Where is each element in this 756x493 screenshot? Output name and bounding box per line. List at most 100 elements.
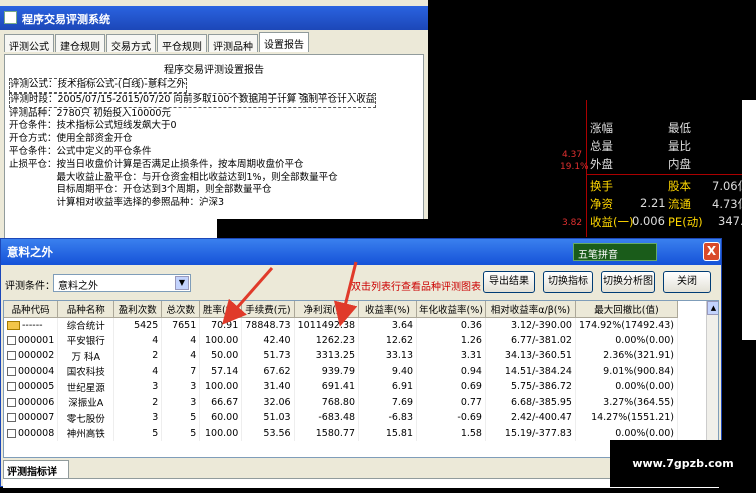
tab-open-rules[interactable]: 建仓规则 [55, 34, 105, 53]
checkbox-icon[interactable] [7, 428, 16, 438]
table-cell: 2.42/-400.47 [485, 410, 576, 426]
table-cell: 6.77/-381.02 [485, 332, 576, 348]
cell-text: 66.67 [211, 396, 239, 408]
cell-text: 神州高铁 [66, 429, 105, 441]
cell-text: 4 [190, 334, 197, 346]
table-cell: 2 [113, 348, 163, 364]
cell-text: 51.03 [263, 412, 291, 424]
checkbox-icon[interactable] [7, 382, 16, 392]
ime-indicator[interactable]: 五笔拼音 [573, 243, 657, 261]
cell-text: 768.80 [321, 396, 356, 408]
table-cell: 3 [113, 410, 163, 426]
table-cell: -6.83 [358, 410, 418, 426]
cell-text: 100.00 [205, 427, 239, 439]
folder-icon[interactable] [7, 320, 20, 330]
column-header[interactable]: 相对收益率α/β(%) [485, 301, 576, 318]
cell-text: 国农科技 [66, 367, 105, 379]
tab-settings-report[interactable]: 设置报告 [259, 32, 309, 52]
table-cell: 0.00%(0.00) [575, 425, 679, 441]
condition-select[interactable]: 意料之外 ▼ [53, 274, 191, 292]
chevron-down-icon[interactable]: ▼ [175, 276, 189, 290]
quote-label: 外盘 [590, 157, 613, 171]
cell-text: 万 科A [71, 351, 101, 363]
checkbox-icon[interactable] [7, 351, 16, 361]
table-cell: 0.77 [416, 394, 486, 410]
checkbox-icon[interactable] [7, 413, 16, 423]
cell-text: 14.51/-384.24 [504, 365, 572, 377]
table-cell: 6.91 [358, 379, 418, 395]
table-row[interactable]: 000007 零七股份 3 5 60.00 51.03 -683.48 -6.83 -0.69 2… [4, 410, 679, 426]
main-window-title: 意料之外 [7, 245, 53, 259]
cell-text: 5425 [134, 319, 159, 331]
cell-text: 5 [190, 427, 197, 439]
cell-text: 5.75/-386.72 [510, 381, 572, 393]
column-header[interactable]: 净利润(元) [294, 301, 360, 318]
table-row[interactable]: 000005 世纪星源 3 3 100.00 31.40 691.41 6.91 0.69 5.7… [4, 379, 679, 395]
table-row[interactable]: 000001 平安银行 4 4 100.00 42.40 1262.23 12.62 1.26 6… [4, 332, 679, 348]
table-row[interactable]: 000006 深振业A 2 3 66.67 32.06 768.80 7.69 0.77 6.68… [4, 394, 679, 410]
checkbox-icon[interactable] [7, 397, 16, 407]
app-icon [4, 11, 17, 24]
quote-label: 涨幅 [590, 121, 613, 135]
table-cell: 深振业A [57, 394, 115, 410]
cell-text: 34.13/-360.51 [504, 350, 572, 362]
column-header[interactable]: 胜率(%) [199, 301, 243, 318]
table-header: 品种代码 品种名称 盈利次数 总次数 胜率(%) 手续费(元) 净利润(元) 收… [4, 301, 679, 318]
column-header[interactable]: 手续费(元) [241, 301, 295, 318]
window-close-button[interactable]: X [703, 242, 720, 261]
cell-text: 2 [152, 396, 159, 408]
cell-text: 3.12/-390.00 [510, 319, 572, 331]
column-header[interactable]: 最大回撤比(值) [575, 301, 679, 318]
tab-formula[interactable]: 评测公式 [4, 34, 54, 53]
tab-trade-mode[interactable]: 交易方式 [106, 34, 156, 53]
column-header[interactable]: 收益率(%) [358, 301, 418, 318]
cell-text: 3 [152, 412, 159, 424]
back-window: 程序交易评测系统 评测公式 建仓规则 交易方式 平仓规则 评测品种 设置报告 程… [0, 0, 428, 250]
cell-text: 6.68/-385.95 [510, 396, 572, 408]
tab-close-rules[interactable]: 平仓规则 [157, 34, 207, 53]
table-cell: -683.48 [294, 410, 360, 426]
checkbox-icon[interactable] [7, 335, 16, 345]
table-cell: 9.40 [358, 363, 418, 379]
scroll-up-icon[interactable]: ▲ [707, 301, 718, 315]
table-cell: 100.00 [199, 332, 243, 348]
checkbox-icon[interactable] [7, 366, 16, 376]
switch-indicator-button[interactable]: 切换指标 [543, 271, 593, 293]
column-header[interactable]: 总次数 [161, 301, 201, 318]
close-button[interactable]: 关闭 [663, 271, 711, 293]
vertical-scrollbar[interactable]: ▲ [706, 301, 718, 457]
cell-text: 33.13 [385, 350, 414, 362]
column-header[interactable]: 品种代码 [4, 301, 59, 318]
table-cell: 3.27%(364.55) [575, 394, 679, 410]
table-cell: 3 [161, 379, 201, 395]
table-cell: 939.79 [294, 363, 360, 379]
column-header[interactable]: 盈利次数 [113, 301, 163, 318]
table-cell: 1580.77 [294, 425, 360, 441]
table-row[interactable]: 000008 神州高铁 5 5 100.00 53.56 1580.77 15.81 1.58 1… [4, 425, 679, 441]
table-cell: 1.26 [416, 332, 486, 348]
cell-text: 691.41 [321, 381, 356, 393]
cell-text: 5 [190, 412, 197, 424]
table-cell: 3.12/-390.00 [485, 317, 576, 333]
column-header[interactable]: 年化收益率(%) [416, 301, 486, 318]
table-cell: 0.36 [416, 317, 486, 333]
table-row[interactable]: 000004 国农科技 4 7 57.14 67.62 939.79 9.40 0.94 14.5… [4, 363, 679, 379]
cell-text: 14.27%(1551.21) [591, 412, 674, 424]
table-cell: 51.73 [241, 348, 295, 364]
back-window-titlebar[interactable]: 程序交易评测系统 [0, 6, 428, 30]
cell-text: 1.26 [460, 334, 482, 346]
table-row[interactable]: 000002 万 科A 2 4 50.00 51.73 3313.25 33.13 3.31 34… [4, 348, 679, 364]
switch-chart-button[interactable]: 切换分析图 [601, 271, 655, 293]
column-header[interactable]: 品种名称 [57, 301, 115, 318]
export-button[interactable]: 导出结果 [483, 271, 535, 293]
table-cell: 1011492.38 [294, 317, 360, 333]
quote-label: 流通 [668, 197, 691, 211]
tab-instruments[interactable]: 评测品种 [208, 34, 258, 53]
table-cell: 15.19/-377.83 [485, 425, 576, 441]
cell-text: 51.73 [263, 350, 291, 362]
cell-text: 31.40 [263, 381, 291, 393]
tab-indicator-details[interactable]: 评测指标详情 [3, 460, 69, 493]
stock-quote-panel: 4.37 19.1% 3.82 涨幅 最低 总量 量比 外盘 内盘 换手 股本 … [560, 100, 756, 237]
cell-code: 000001 [4, 332, 59, 348]
table-row[interactable]: ------ 综合统计 5425 7651 70.91 78848.73 1011492.3… [4, 317, 679, 333]
